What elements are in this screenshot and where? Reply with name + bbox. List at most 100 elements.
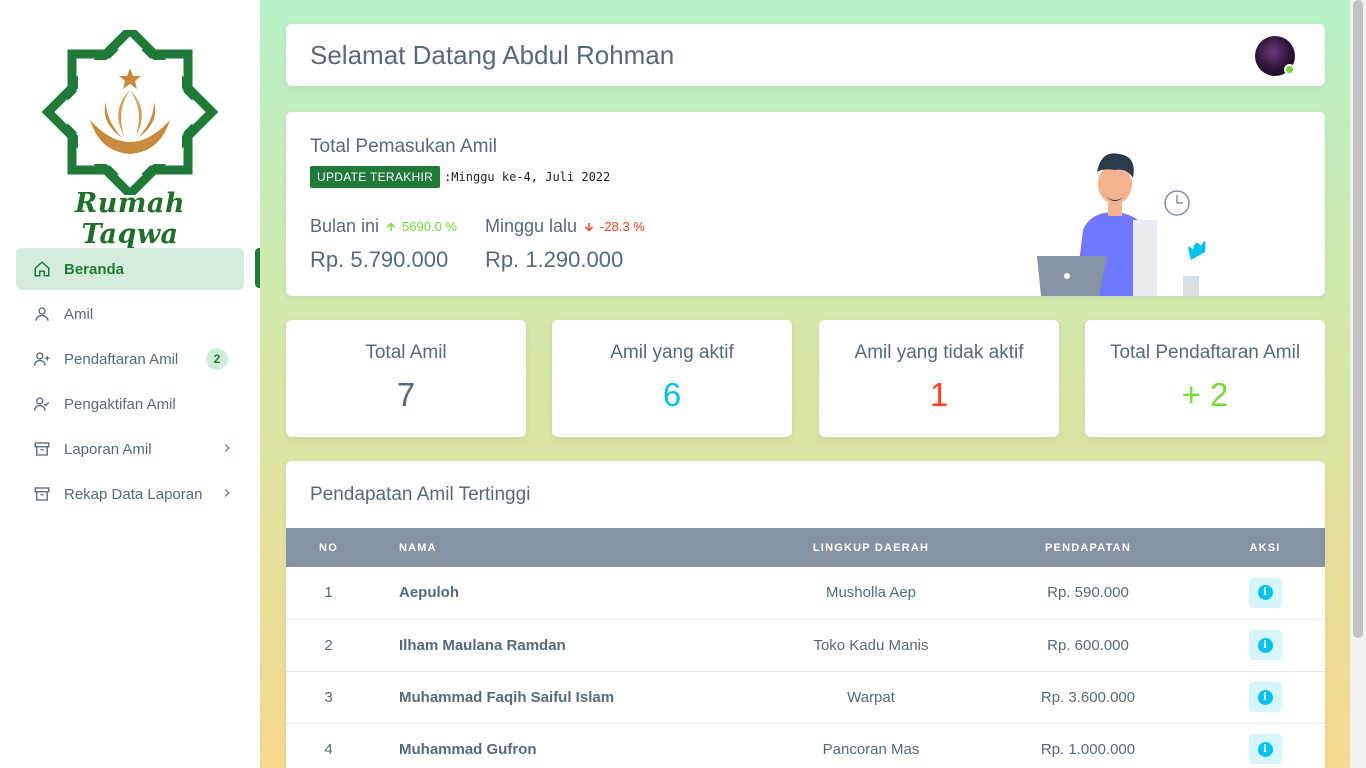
pendaftaran-count-badge: 2	[206, 348, 228, 370]
update-label: UPDATE TERAKHIR	[310, 166, 441, 188]
user-icon	[32, 304, 52, 324]
summary-card-total-amil: Total Amil 7	[286, 320, 526, 437]
cell-no: 3	[324, 688, 333, 706]
sidebar-item-label: Rekap Data Laporan	[64, 485, 203, 503]
stat-amount: Rp. 1.290.000	[484, 247, 624, 272]
summary-card-total-pendaftaran: Total Pendaftaran Amil + 2	[1085, 320, 1325, 437]
stat-amount: Rp. 5.790.000	[310, 247, 449, 272]
info-button[interactable]: i	[1248, 734, 1282, 764]
summary-value: 1	[929, 376, 949, 413]
sidebar-item-label: Laporan Amil	[64, 440, 152, 458]
change-down: -28.3 %	[583, 219, 645, 234]
sidebar-item-rekap-data-laporan[interactable]: Rekap Data Laporan	[16, 473, 244, 515]
page-scrollbar[interactable]	[1350, 0, 1366, 768]
info-button[interactable]: i	[1248, 630, 1282, 660]
info-button[interactable]: i	[1248, 682, 1282, 712]
stat-label: Minggu lalu	[484, 216, 578, 236]
cell-daerah: Warpat	[847, 688, 895, 706]
sidebar-item-beranda[interactable]: Beranda	[16, 248, 244, 290]
column-header-nama: NAMA	[399, 541, 437, 554]
cell-aksi: i	[1205, 619, 1325, 671]
column-header-no: NO	[319, 541, 338, 554]
cell-aksi: i	[1205, 671, 1325, 723]
change-value: 5690.0 %	[402, 219, 457, 234]
man-with-laptop-illustration	[1037, 153, 1206, 296]
cell-pendapatan: Rp. 1.000.000	[1040, 740, 1136, 758]
arrow-up-icon	[387, 221, 396, 231]
info-icon: i	[1257, 689, 1273, 705]
summary-value: + 2	[1181, 376, 1229, 413]
welcome-header: Selamat Datang Abdul Rohman	[286, 24, 1325, 86]
sidebar-item-pendaftaran-amil[interactable]: Pendaftaran Amil 2	[16, 338, 244, 380]
chevron-right-icon	[220, 441, 234, 459]
sidebar-item-label: Beranda	[64, 260, 125, 278]
home-icon	[32, 259, 52, 279]
rumah-taqwa-logo[interactable]: Rumah Taqwa	[40, 23, 220, 250]
summary-title: Amil yang tidak aktif	[854, 342, 1024, 363]
stat-this-month: Bulan ini 5690.0 % Rp. 5.790.000	[310, 216, 457, 273]
page-title: Selamat Datang Abdul Rohman	[310, 39, 675, 70]
avatar[interactable]	[1255, 36, 1295, 76]
main-content: Selamat Datang Abdul Rohman Total Pemasu…	[260, 0, 1350, 768]
summary-value: 7	[396, 376, 416, 413]
cell-nama: Muhammad Gufron	[399, 740, 537, 758]
summary-card-amil-tidak-aktif: Amil yang tidak aktif 1	[819, 320, 1059, 437]
table-header-row: NO NAMA LINGKUP DAERAH PENDAPATAN AKSI	[286, 528, 1325, 567]
cell-no: 1	[324, 584, 333, 602]
stat-label: Bulan ini	[310, 216, 380, 236]
info-icon: i	[1257, 741, 1273, 757]
cell-nama: Muhammad Faqih Saiful Islam	[399, 688, 615, 706]
cell-nama: Ilham Maulana Ramdan	[399, 636, 566, 654]
sidebar-item-pengaktifan-amil[interactable]: Pengaktifan Amil	[16, 383, 244, 425]
column-header-pendapatan: PENDAPATAN	[1045, 541, 1131, 554]
archive-icon	[32, 439, 52, 459]
table-row: 2 Ilham Maulana Ramdan Toko Kadu Manis R…	[286, 619, 1325, 671]
table-row: 1 Aepuloh Musholla Aep Rp. 590.000 i	[286, 567, 1325, 619]
sidebar-item-amil[interactable]: Amil	[16, 293, 244, 335]
cell-aksi: i	[1205, 723, 1325, 768]
sidebar-nav: Beranda Amil Pendaftaran Amil 2 Pengakti…	[16, 248, 244, 518]
change-up: 5690.0 %	[385, 219, 457, 234]
cell-aksi: i	[1205, 567, 1325, 619]
summary-title: Total Pendaftaran Amil	[1109, 342, 1301, 363]
sidebar-item-laporan-amil[interactable]: Laporan Amil	[16, 428, 244, 470]
cell-no: 4	[324, 740, 333, 758]
logo-emblem-icon	[41, 23, 219, 201]
summary-title: Total Amil	[365, 342, 447, 363]
cell-pendapatan: Rp. 600.000	[1047, 636, 1129, 654]
online-status-dot	[1284, 64, 1295, 75]
cell-pendapatan: Rp. 590.000	[1047, 584, 1129, 602]
table-row: 3 Muhammad Faqih Saiful Islam Warpat Rp.…	[286, 671, 1325, 723]
update-value: :Minggu ke-4, Juli 2022	[444, 170, 611, 184]
sidebar-item-label: Pendaftaran Amil	[64, 350, 179, 368]
cell-pendapatan: Rp. 3.600.000	[1040, 688, 1136, 706]
user-plus-icon	[32, 349, 52, 369]
summary-title: Amil yang aktif	[610, 342, 734, 363]
sidebar: Rumah Taqwa Beranda Amil Pendaftaran Ami…	[0, 0, 260, 768]
info-icon: i	[1257, 585, 1273, 601]
cell-daerah: Musholla Aep	[825, 584, 917, 602]
table-row: 4 Muhammad Gufron Pancoran Mas Rp. 1.000…	[286, 723, 1325, 768]
arrow-down-icon	[585, 222, 594, 232]
scrollbar-thumb[interactable]	[1353, 0, 1363, 638]
sidebar-item-label: Pengaktifan Amil	[64, 395, 176, 413]
cell-daerah: Pancoran Mas	[822, 740, 920, 758]
summary-card-amil-aktif: Amil yang aktif 6	[552, 320, 792, 437]
top-income-table-card: Pendapatan Amil Tertinggi NO NAMA LINGKU…	[286, 461, 1325, 768]
table-title: Pendapatan Amil Tertinggi	[310, 484, 531, 505]
top-income-table: NO NAMA LINGKUP DAERAH PENDAPATAN AKSI 1…	[286, 528, 1325, 768]
column-header-lingkup-daerah: LINGKUP DAERAH	[812, 541, 930, 554]
cell-nama: Aepuloh	[399, 584, 459, 602]
logo-text: Rumah Taqwa	[74, 188, 186, 250]
sidebar-item-label: Amil	[64, 305, 94, 323]
info-icon: i	[1257, 637, 1273, 653]
info-button[interactable]: i	[1248, 577, 1282, 608]
user-check-icon	[32, 394, 52, 414]
stat-last-week: Minggu lalu -28.3 % Rp. 1.290.000	[485, 216, 645, 273]
archive-icon	[32, 484, 52, 504]
income-card: Total Pemasukan Amil UPDATE TERAKHIR :Mi…	[286, 112, 1325, 296]
summary-value: 6	[662, 376, 682, 413]
chevron-right-icon	[220, 486, 234, 504]
cell-no: 2	[324, 636, 333, 654]
column-header-aksi: AKSI	[1249, 541, 1281, 554]
